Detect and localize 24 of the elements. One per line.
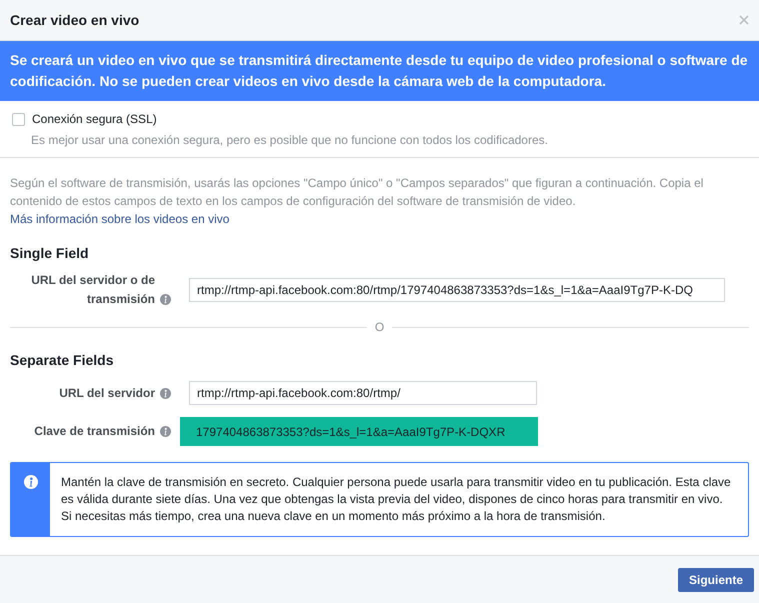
info-icon — [160, 426, 171, 437]
info-icon — [160, 388, 171, 398]
checkbox[interactable] — [12, 112, 25, 126]
info-icon — [24, 475, 38, 489]
next-button[interactable]: Siguiente — [678, 568, 754, 592]
instructions-text: Según el software de transmisión, usarás las opciones "Campo único" o "Campos separados" que figuran a continuación. Copia el contenido de estos campos de texto en los campos de configuración del software de transmisión de video. Más información sobre los videos en vivo — [10, 175, 704, 228]
notice-text: Mantén la clave de transmisión en secreto. Cualquier persona puede usarla para transmitir video en tu publicación. Esta clave es válida durante siete días. Una vez que obtengas la vista previa del video, dispones de cinco horas para transmitir en vivo. Si necesitas más tiempo, crea una nueva clave en un momento más próximo a la hora de transmisión. — [60, 474, 732, 525]
field-label: URL del servidor o de transmisión — [30, 272, 155, 308]
section-heading: Single Field — [10, 244, 90, 263]
dialog-title: Crear video en vivo — [10, 10, 140, 30]
checkbox-label: Conexión segura (SSL) — [32, 111, 157, 128]
section-heading: Separate Fields — [10, 351, 114, 370]
field-label: URL del servidor — [59, 384, 155, 402]
close-button[interactable] — [738, 14, 750, 26]
banner-text: Se creará un video en vivo que se transmitirá directamente desde tu equipo de video profesional o software de codificación. No se pueden crear videos en vivo desde la cámara web de la computadora. — [10, 51, 749, 91]
input-field[interactable]: rtmp://rtmp-api.facebook.com:80/rtmp/ — [189, 381, 537, 405]
close-icon — [739, 15, 749, 25]
checkbox-hint: Es mejor usar una conexión segura, pero es posible que no funcione con todos los codificadores. — [31, 132, 549, 149]
separator-text: O — [374, 319, 386, 336]
input-field[interactable]: 1797404863873353?ds=1&s_l=1&a=AaaI9Tg7P-K-DQXR — [180, 417, 538, 446]
field-label: Clave de transmisión — [34, 423, 155, 440]
info-icon — [160, 294, 171, 305]
more-info-link[interactable]: Más información sobre los videos en vivo — [10, 212, 230, 226]
input-field[interactable]: rtmp://rtmp-api.facebook.com:80/rtmp/1797404863873353?ds=1&s_l=1&a=AaaI9Tg7P-K-DQ — [189, 278, 725, 302]
